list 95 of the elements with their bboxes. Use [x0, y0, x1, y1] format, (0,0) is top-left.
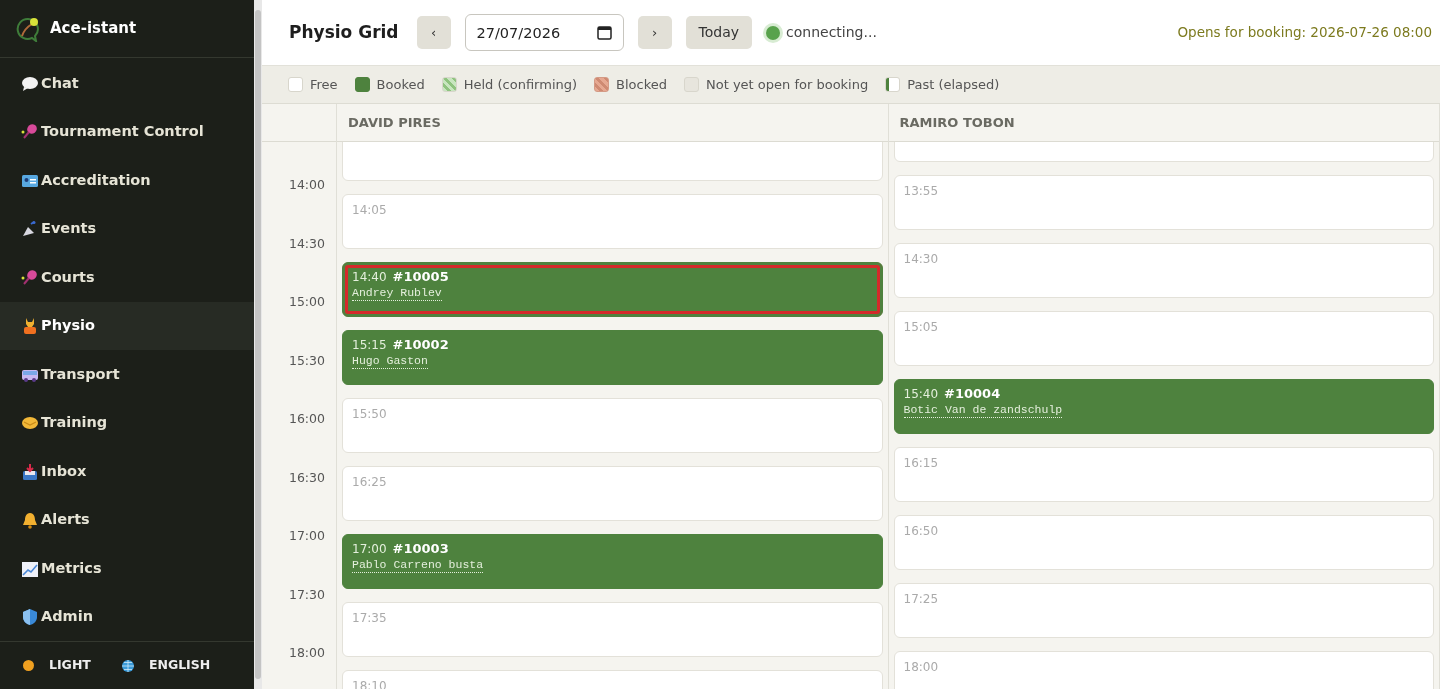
free-slot[interactable]: 14:30 [893, 243, 1434, 298]
legend-label: Booked [376, 75, 425, 94]
time-label: 16:30 [287, 468, 326, 487]
connection-status: connecting... [786, 23, 877, 42]
slot-time: 17:35 [352, 610, 388, 627]
slot-time: 13:55 [903, 183, 940, 200]
sidebar-item[interactable]: Accreditation [0, 156, 254, 205]
time-label: 15:30 [287, 351, 326, 370]
free-slot[interactable]: 16:25 [342, 466, 883, 521]
legend-label: Held (confirming) [463, 75, 578, 94]
player-name[interactable]: Hugo Gaston [352, 353, 428, 369]
slot-time: 14:05 [352, 202, 388, 219]
time-label: 14:30 [287, 234, 326, 253]
today-button[interactable]: Today [685, 16, 753, 49]
booking-slot[interactable]: 15:40 #10004 Botic Van de zandschulp [893, 379, 1434, 434]
free-slot[interactable]: 16:50 [893, 515, 1434, 570]
held-swatch-icon [441, 77, 457, 92]
inbox-tray-icon [21, 462, 39, 481]
page-title: Physio Grid [289, 20, 399, 44]
slot-time: 14:30 [903, 251, 940, 268]
globe-icon [120, 658, 135, 673]
sidebar-item[interactable]: Inbox [0, 447, 254, 496]
legend-label: Free [310, 75, 338, 94]
time-label: 17:00 [287, 527, 326, 545]
free-slot[interactable]: 17:35 [342, 602, 883, 657]
calendar-icon[interactable] [596, 25, 612, 40]
free-slot[interactable]: 15:05 [893, 311, 1434, 366]
slot-time: 15:05 [903, 319, 940, 336]
theme-toggle[interactable]: LIGHT [22, 656, 91, 676]
slot-time: 18:00 [903, 659, 940, 676]
legend-label: Past (elapsed) [907, 75, 1000, 94]
slot-time: 15:40 [903, 387, 939, 402]
time-label: 17:30 [287, 585, 326, 604]
booking-number: #10003 [392, 541, 449, 556]
app-name: Ace-istant [50, 18, 137, 40]
blocked-swatch-icon [594, 77, 610, 92]
time-label: 14:00 [287, 176, 326, 194]
legend-label: Blocked [616, 75, 667, 94]
past-swatch-icon [885, 77, 901, 92]
player-name[interactable]: Pablo Carreno busta [352, 557, 484, 573]
slot-time: 15:50 [352, 406, 388, 423]
slot-time: 14:40 [352, 270, 387, 285]
booking-slot[interactable]: 17:00 #10003 Pablo Carreno busta [342, 534, 883, 589]
person-icon [21, 317, 39, 336]
player-name[interactable]: Andrey Rublev [352, 285, 442, 301]
language-selector[interactable]: ENGLISH [120, 656, 211, 676]
free-slot[interactable]: 15:50 [342, 398, 883, 453]
date-field[interactable]: 27/07/2026 [464, 14, 624, 51]
sidebar-item[interactable]: Transport [0, 350, 254, 399]
sidebar-item[interactable]: Metrics [0, 544, 254, 593]
sidebar-item[interactable]: Tournament Control [0, 107, 254, 157]
booking-number: #10002 [392, 337, 449, 352]
sun-icon [22, 659, 35, 673]
sidebar-item[interactable]: Courts [0, 253, 254, 302]
time-label: 15:00 [287, 293, 326, 311]
legend-label: Not yet open for booking [706, 75, 869, 94]
sidebar-item[interactable]: Alerts [0, 495, 254, 545]
free-swatch-icon [288, 77, 303, 92]
bell-icon [21, 511, 39, 530]
sidebar-item[interactable]: Physio [0, 301, 254, 351]
sidebar-item[interactable]: Admin [0, 592, 254, 642]
status-dot [766, 25, 781, 40]
time-label: 16:00 [287, 410, 326, 428]
next-day-button[interactable]: › [637, 16, 672, 49]
sidebar-item[interactable]: Chat [0, 59, 254, 108]
free-slot[interactable] [342, 142, 883, 181]
scrollbar[interactable] [254, 0, 262, 689]
sidebar-item[interactable]: Events [0, 204, 254, 254]
slot-time: 16:50 [903, 523, 940, 540]
line-chart-icon [21, 559, 39, 578]
not-open-swatch-icon [684, 77, 699, 92]
racket-icon [21, 268, 39, 287]
player-name[interactable]: Botic Van de zandschulp [903, 402, 1063, 418]
sidebar-item[interactable]: Training [0, 398, 254, 448]
booking-number: #10004 [944, 386, 1001, 401]
slot-time: 17:00 [352, 542, 387, 557]
booking-opens-text: Opens for booking: 2026-07-26 08:00 [1177, 23, 1432, 43]
booking-slot[interactable]: 14:40 #10005 Andrey Rublev [342, 262, 883, 317]
booking-slot[interactable]: 15:15 #10002 Hugo Gaston [342, 330, 883, 385]
slot-time: 15:15 [352, 338, 387, 353]
free-slot[interactable]: 16:15 [893, 447, 1434, 502]
speech-bubble-icon [21, 74, 39, 93]
logo-icon [16, 15, 40, 42]
free-slot[interactable]: 13:55 [893, 175, 1434, 230]
free-slot[interactable]: 14:05 [342, 194, 883, 249]
slot-time: 17:25 [903, 591, 940, 608]
previous-day-button[interactable]: ‹ [416, 16, 451, 49]
booked-swatch-icon [354, 77, 370, 92]
free-slot[interactable]: 17:25 [893, 583, 1434, 638]
slot-time: 16:15 [903, 455, 940, 472]
time-label: 18:00 [287, 644, 326, 662]
shield-icon [21, 608, 39, 627]
free-slot[interactable]: 18:00 [893, 651, 1434, 689]
booking-number: #10005 [392, 269, 449, 284]
slot-time: 16:25 [352, 474, 388, 491]
